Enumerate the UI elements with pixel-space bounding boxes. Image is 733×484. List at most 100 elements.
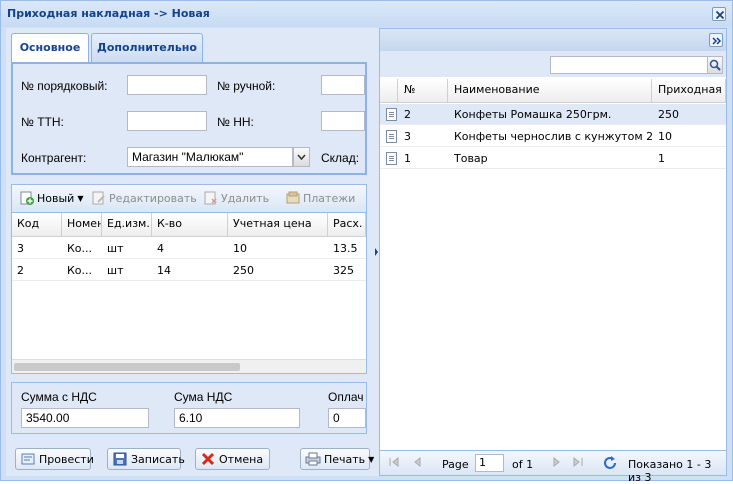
cell: Ко... — [67, 264, 93, 277]
ttn-input[interactable] — [127, 111, 207, 131]
cell: 4 — [157, 242, 164, 255]
last-page-icon[interactable] — [572, 456, 584, 471]
nn-label: № НН: — [217, 115, 254, 129]
save-button-label: Записать — [131, 452, 185, 466]
refresh-icon[interactable] — [602, 455, 618, 474]
total-input[interactable]: 3540.00 — [21, 408, 149, 428]
seq-no-label: № порядковый: — [21, 79, 108, 93]
cell: шт — [107, 264, 124, 277]
close-icon[interactable] — [712, 7, 726, 21]
document-icon — [386, 108, 397, 121]
cancel-button[interactable]: Отмена — [195, 448, 270, 470]
table-row[interactable]: 3 Ко... шт 4 10 13.5 — [12, 238, 366, 259]
cell: 3 — [17, 242, 24, 255]
records-summary: Показано 1 - 3 из 3 — [628, 458, 712, 484]
paid-input[interactable]: 0 — [328, 408, 366, 428]
nn-input[interactable] — [321, 111, 365, 131]
items-grid: Новый ▼ Редактировать Удалить Платежи Ко… — [11, 184, 367, 374]
list-item[interactable]: 1 Товар 1 — [380, 148, 726, 169]
cell: 250 — [658, 108, 679, 121]
page-count: of 1 — [512, 458, 534, 471]
col-number[interactable]: № — [398, 79, 448, 102]
post-icon — [20, 451, 36, 467]
cell: 250 — [233, 264, 254, 277]
col-expense[interactable]: Расх. — [328, 213, 366, 236]
save-button[interactable]: Записать — [107, 448, 185, 470]
cell: 1 — [658, 152, 665, 165]
print-button[interactable]: Печать ▼ — [300, 448, 374, 470]
cell: 3 — [404, 130, 411, 143]
list-item[interactable]: 2 Конфеты Ромашка 250грм. 250 — [380, 104, 726, 125]
counterparty-combo[interactable]: Магазин "Малюкам" — [127, 147, 293, 167]
col-unit[interactable]: Ед.изм. — [102, 213, 152, 236]
paid-label: Оплач — [328, 390, 364, 404]
add-icon — [20, 191, 34, 205]
totals-panel: Сумма с НДС 3540.00 Сума НДС 6.10 Оплач … — [11, 382, 367, 434]
chevron-down-icon[interactable] — [293, 147, 310, 167]
double-chevron-right-icon[interactable] — [709, 33, 723, 47]
search-icon[interactable] — [707, 56, 723, 74]
list-item[interactable]: 3 Конфеты чернослив с кунжутом 25... 10 — [380, 126, 726, 147]
payments-button[interactable]: Платежи — [286, 191, 355, 205]
cell: 1 — [404, 152, 411, 165]
pagination-bar: Page 1 of 1 Показано 1 - 3 из 3 — [380, 450, 726, 484]
tab-additional[interactable]: Дополнительно — [91, 33, 203, 63]
counterparty-label: Контрагент: — [21, 151, 87, 165]
right-panel-header — [380, 29, 726, 51]
col-nomenclature[interactable]: Номен — [62, 213, 102, 236]
ttn-label: № ТТН: — [21, 115, 64, 129]
chevron-down-icon: ▼ — [77, 193, 84, 203]
right-panel: № Наименование Приходная це 2 Конфеты Ро… — [379, 28, 727, 484]
document-icon — [386, 152, 397, 165]
post-button[interactable]: Провести — [15, 448, 94, 470]
col-quantity[interactable]: К-во — [152, 213, 228, 236]
edit-icon — [92, 191, 106, 205]
cancel-icon — [200, 451, 216, 467]
tab-main[interactable]: Основное — [11, 33, 89, 63]
left-panel: Основное Дополнительно № порядковый: № р… — [6, 28, 374, 476]
cell: 2 — [17, 264, 24, 277]
payments-icon — [286, 191, 300, 205]
table-row[interactable]: 2 Ко... шт 14 250 325 — [12, 260, 366, 281]
col-incoming-price[interactable]: Приходная це — [652, 79, 726, 102]
print-icon — [305, 451, 321, 467]
new-button[interactable]: Новый ▼ — [20, 191, 83, 205]
page-input[interactable]: 1 — [475, 454, 504, 472]
post-button-label: Провести — [39, 452, 94, 466]
cell: 325 — [333, 264, 354, 277]
cell: 2 — [404, 108, 411, 121]
edit-button[interactable]: Редактировать — [92, 191, 197, 205]
manual-no-input[interactable] — [321, 75, 365, 95]
cell: Конфеты чернослив с кунжутом 25... — [454, 130, 652, 143]
document-icon — [386, 130, 397, 143]
col-price[interactable]: Учетная цена — [228, 213, 328, 236]
grid-toolbar: Новый ▼ Редактировать Удалить Платежи — [12, 185, 366, 213]
delete-button-label: Удалить — [221, 191, 270, 205]
cell: 10 — [233, 242, 247, 255]
first-page-icon[interactable] — [388, 456, 400, 471]
delete-button[interactable]: Удалить — [204, 191, 269, 205]
save-icon — [112, 451, 128, 467]
prev-page-icon[interactable] — [412, 456, 424, 471]
vat-input[interactable]: 6.10 — [174, 408, 300, 428]
main-form: № порядковый: № ручной: № ТТН: № НН: Кон… — [11, 62, 367, 175]
invoice-window: Приходная накладная -> Новая Основное До… — [0, 0, 733, 484]
grid-header: Код Номен Ед.изм. К-во Учетная цена Расх… — [12, 213, 366, 237]
cell: 10 — [658, 130, 672, 143]
cell: шт — [107, 242, 124, 255]
next-page-icon[interactable] — [550, 456, 562, 471]
manual-no-label: № ручной: — [217, 79, 276, 93]
scrollbar-thumb[interactable] — [14, 363, 240, 371]
seq-no-input[interactable] — [127, 75, 207, 95]
col-code[interactable]: Код — [12, 213, 62, 236]
col-name[interactable]: Наименование — [448, 79, 652, 102]
payments-button-label: Платежи — [303, 191, 356, 205]
total-label: Сумма с НДС — [21, 390, 97, 404]
search-input[interactable] — [550, 56, 708, 74]
search-bar — [380, 51, 726, 77]
col-icon — [380, 79, 398, 102]
warehouse-label: Склад: — [321, 151, 360, 165]
delete-icon — [204, 191, 218, 205]
horizontal-scrollbar[interactable] — [12, 359, 366, 373]
print-button-label: Печать — [324, 452, 366, 466]
